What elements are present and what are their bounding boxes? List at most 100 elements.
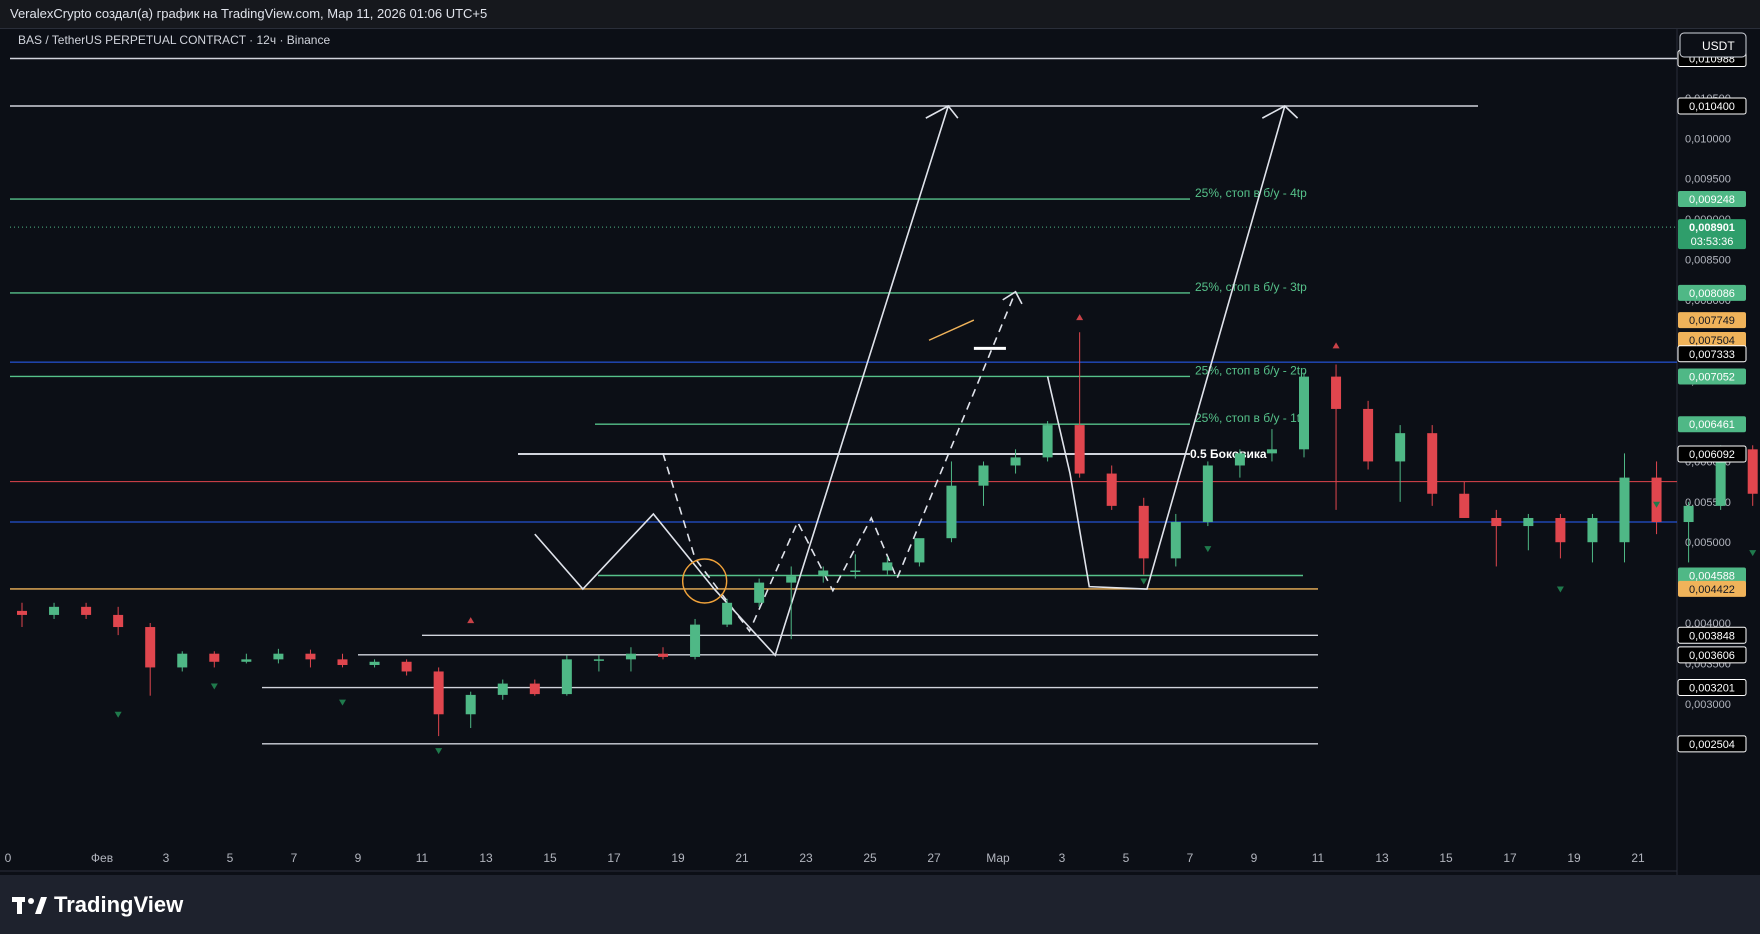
level-note: 25%, стоп в б/у - 4tp <box>1195 186 1307 200</box>
candle-up <box>1202 465 1213 523</box>
tradingview-logo[interactable]: TradingView <box>12 890 183 920</box>
candle-down <box>1074 425 1085 474</box>
candle-down <box>1138 505 1149 559</box>
buy-signal-arrow <box>1332 342 1340 349</box>
dashed-projection <box>662 291 1017 633</box>
candle-down <box>1331 376 1342 409</box>
candle-up <box>1299 376 1309 450</box>
candle-up <box>369 661 380 666</box>
candle-up <box>946 485 957 539</box>
x-tick-label: 13 <box>1375 851 1389 865</box>
x-tick-label: 9 <box>355 851 362 865</box>
x-tick-label: Мар <box>986 851 1010 865</box>
x-tick-label: 21 <box>1631 851 1645 865</box>
candle-up <box>978 465 989 486</box>
candle-down <box>1555 517 1566 543</box>
x-tick-label: 5 <box>227 851 234 865</box>
candle-up <box>1170 522 1181 559</box>
candle-down <box>145 627 156 668</box>
x-tick-label: 13 <box>479 851 493 865</box>
candle-down <box>1106 473 1117 506</box>
chart-frame[interactable]: BAS / TetherUS PERPETUAL CONTRACT · 12ч … <box>0 28 1760 876</box>
candle-up <box>1042 425 1053 458</box>
x-tick-label: 3 <box>1059 851 1066 865</box>
sell-signal-arrow <box>210 683 218 690</box>
level-price-label: 0,003848 <box>1689 630 1735 642</box>
candle-down <box>658 653 668 657</box>
highlight-circle <box>681 558 728 604</box>
sell-signal-arrow <box>114 711 122 718</box>
candle-down <box>113 614 124 628</box>
x-tick-label: 15 <box>543 851 557 865</box>
x-tick-label: 15 <box>1439 851 1453 865</box>
x-tick-label: 3 <box>163 851 170 865</box>
x-tick-label: 23 <box>799 851 813 865</box>
x-tick-label: 11 <box>1312 851 1325 865</box>
candle-up <box>465 694 476 715</box>
candle-down <box>1491 517 1502 527</box>
countdown-label: 03:53:36 <box>1691 236 1734 248</box>
sell-signal-arrow <box>1556 586 1564 593</box>
publish-header: VeralexCrypto создал(а) график на Tradin… <box>0 0 1760 28</box>
candle-up <box>914 538 925 563</box>
buy-signal-arrow <box>1076 314 1084 321</box>
x-tick-label: 17 <box>607 851 621 865</box>
arrow-head-left <box>925 104 959 119</box>
level-price-label: 0,003606 <box>1689 650 1735 662</box>
level-price-label: 0,006461 <box>1689 419 1735 431</box>
x-tick-label: 5 <box>1123 851 1130 865</box>
candle-up <box>850 570 861 572</box>
candle-down <box>1427 433 1438 494</box>
extra-price-label: 0,007749 <box>1689 315 1735 327</box>
pattern-line-left <box>534 105 950 657</box>
sell-signal-arrow <box>1749 550 1757 557</box>
candle-up <box>273 653 284 660</box>
sell-signal-arrow <box>1204 546 1212 553</box>
level-price-label: 0,002504 <box>1689 739 1735 751</box>
candle-up <box>625 653 636 660</box>
level-note: 25%, стоп в б/у - 3tp <box>1195 280 1307 294</box>
candle-up <box>818 570 829 577</box>
tradingview-logo-icon <box>12 897 47 914</box>
current-price-label: 0,008901 <box>1689 222 1735 234</box>
publish-text: VeralexCrypto создал(а) график на Tradin… <box>10 6 488 21</box>
level-price-label: 0,010400 <box>1689 101 1735 113</box>
candle-down <box>401 661 412 672</box>
candle-down <box>17 610 27 615</box>
candle-up <box>1683 505 1694 523</box>
candle-up <box>1010 457 1021 466</box>
x-tick-label: 19 <box>1567 851 1581 865</box>
candle-down <box>305 653 316 660</box>
candle-up <box>1234 453 1245 466</box>
x-tick-label: 0 <box>5 851 12 865</box>
candle-up <box>754 582 765 603</box>
level-price-label: 0,003201 <box>1689 683 1735 695</box>
x-tick-label: 7 <box>1187 851 1194 865</box>
candle-up <box>690 624 701 657</box>
extra-price-label: 0,007333 <box>1689 349 1735 361</box>
x-tick-label: 27 <box>927 851 941 865</box>
sell-signal-arrow <box>339 699 346 706</box>
candle-down <box>337 659 348 666</box>
level-price-label: 0,006092 <box>1689 449 1735 461</box>
level-price-label: 0,009248 <box>1689 194 1735 206</box>
x-tick-label: Фев <box>91 851 113 865</box>
brand-name: TradingView <box>54 892 184 917</box>
candle-up <box>177 653 188 668</box>
y-tick-label: 0,003000 <box>1685 699 1731 711</box>
chart-canvas[interactable]: BAS / TetherUS PERPETUAL CONTRACT · 12ч … <box>0 29 1760 875</box>
candle-up <box>1523 517 1534 527</box>
candle-up <box>1395 433 1406 462</box>
candle-up <box>786 576 797 583</box>
currency-button[interactable]: USDT <box>1702 39 1735 53</box>
buy-signal-arrow <box>467 617 475 624</box>
level-price-label: 0,007052 <box>1689 371 1735 383</box>
candle-up <box>497 683 508 695</box>
candle-up <box>722 602 733 625</box>
candle-down <box>209 653 220 662</box>
x-tick-label: 7 <box>291 851 298 865</box>
level-note: 25%, стоп в б/у - 1tp <box>1195 411 1307 425</box>
sell-signal-arrow <box>1140 578 1148 585</box>
candle-up <box>593 659 604 661</box>
candle-up <box>49 606 60 615</box>
